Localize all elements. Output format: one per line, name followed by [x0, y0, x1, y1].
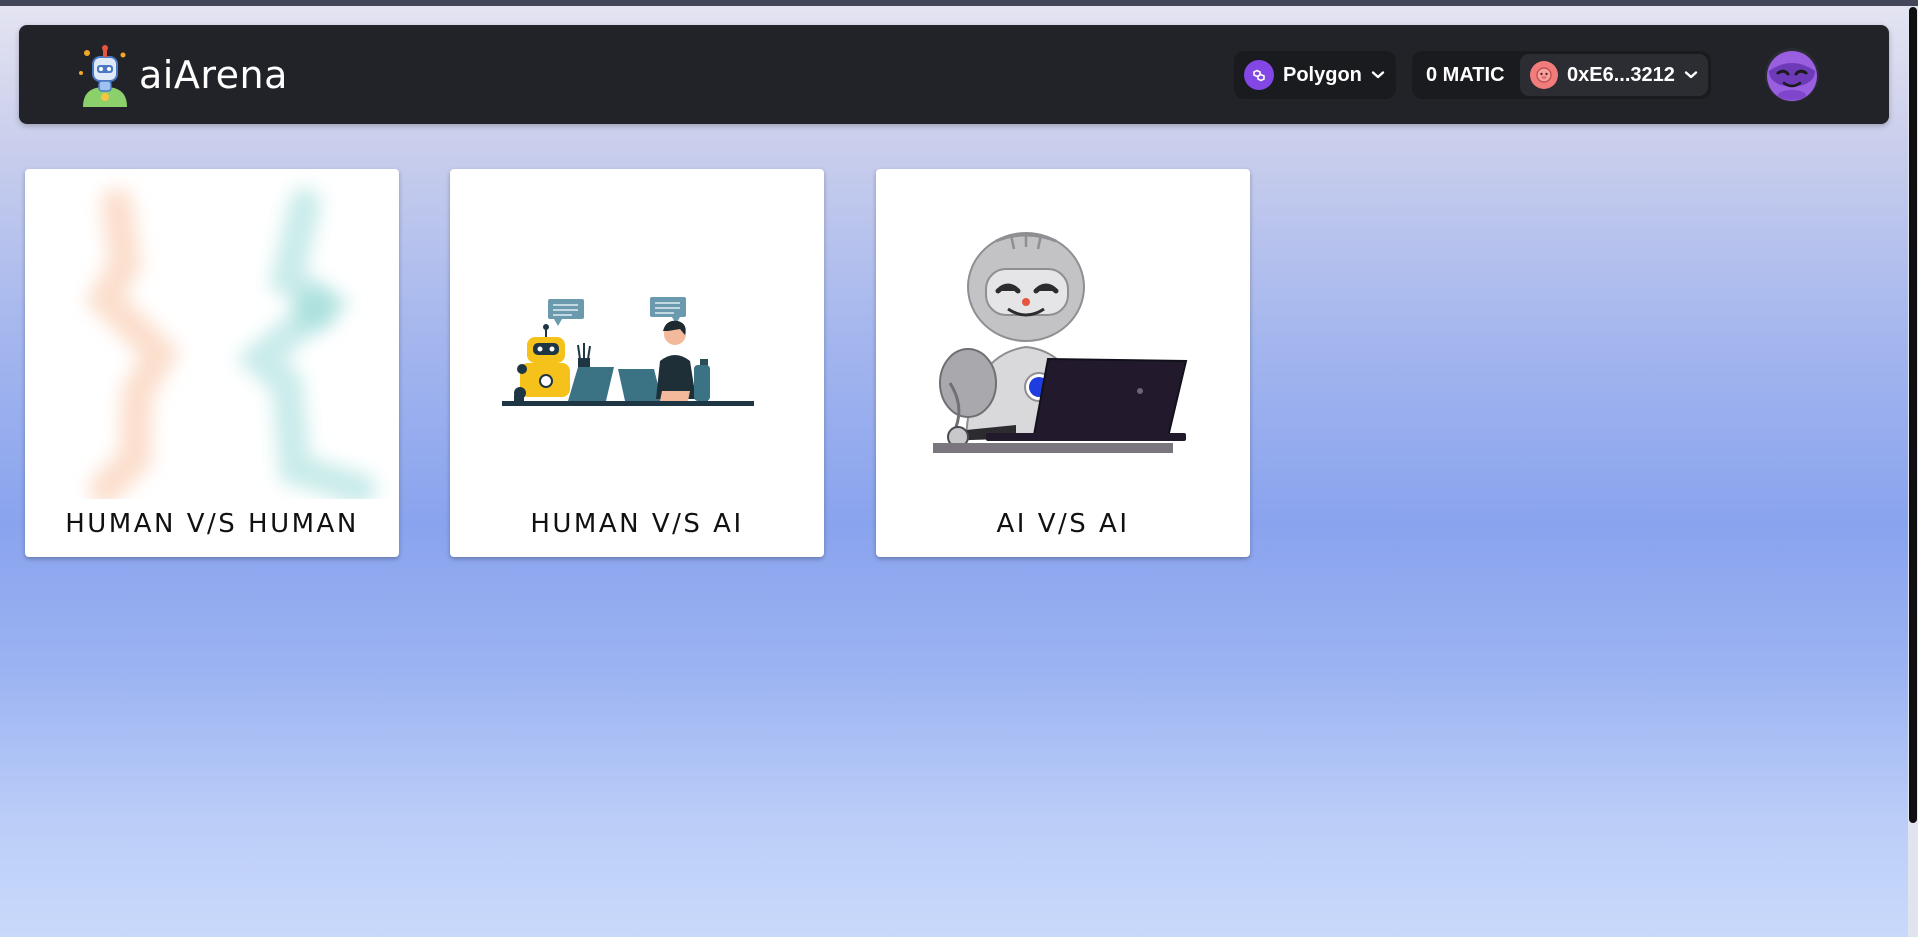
window-top-edge [0, 0, 1918, 6]
polygon-chain-icon [1244, 60, 1274, 90]
profile-avatar-icon[interactable] [1764, 47, 1820, 103]
brand-name: aiArena [139, 53, 288, 97]
human-vs-ai-illustration [502, 297, 754, 406]
game-mode-card-human-vs-human[interactable]: HUMAN V/S HUMAN [25, 169, 399, 557]
account-box: 0 MATIC 0xE6...3212 [1412, 51, 1711, 99]
brand-link[interactable]: aiArena [73, 45, 288, 107]
account-avatar-icon [1530, 61, 1558, 89]
game-mode-card-human-vs-ai[interactable]: HUMAN V/S AI [450, 169, 824, 557]
balance-text: 0 MATIC [1426, 64, 1505, 86]
navbar: aiArena Polygon 0 MATIC 0xE6...3212 [19, 25, 1889, 124]
chain-label: Polygon [1283, 63, 1362, 86]
robot-logo-icon [79, 45, 127, 107]
card-title: HUMAN V/S AI [530, 509, 744, 539]
scrollbar-thumb[interactable] [1909, 7, 1917, 823]
page-scrollbar[interactable] [1908, 6, 1918, 937]
human-vs-human-illustration [85, 188, 376, 499]
chevron-down-icon [1371, 71, 1385, 79]
card-title: HUMAN V/S HUMAN [65, 509, 359, 539]
game-mode-card-ai-vs-ai[interactable]: AI V/S AI [876, 169, 1250, 557]
ai-vs-ai-illustration [933, 232, 1188, 453]
card-title: AI V/S AI [996, 509, 1130, 539]
account-address: 0xE6...3212 [1567, 63, 1675, 86]
chevron-down-icon [1684, 71, 1698, 79]
chain-selector-button[interactable]: Polygon [1234, 51, 1396, 99]
account-button[interactable]: 0xE6...3212 [1520, 54, 1708, 96]
